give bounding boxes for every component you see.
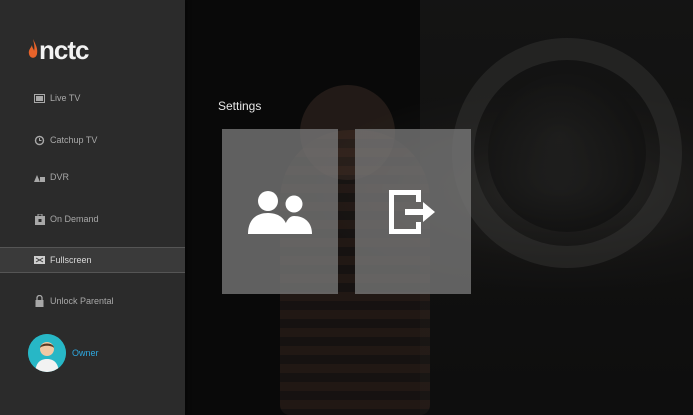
dvr-icon: [34, 172, 45, 183]
lock-icon: [34, 295, 45, 307]
sidebar: nctc Live TV Catchup TV DVR On Demand Fu…: [0, 0, 185, 415]
exit-tile[interactable]: [355, 129, 471, 294]
user-management-tile[interactable]: [222, 129, 338, 294]
logo-text: nctc: [39, 35, 89, 65]
sidebar-item-label: Unlock Parental: [50, 296, 114, 306]
sidebar-item-catchup-tv[interactable]: Catchup TV: [0, 127, 185, 153]
avatar: [28, 334, 66, 372]
sidebar-item-label: Fullscreen: [50, 255, 92, 265]
sidebar-item-dvr[interactable]: DVR: [0, 164, 185, 190]
brand-logo: nctc: [28, 28, 89, 65]
sidebar-item-live-tv[interactable]: Live TV: [0, 85, 185, 111]
user-name: Owner: [72, 348, 99, 358]
fullscreen-icon: [34, 255, 45, 266]
sidebar-item-unlock-parental[interactable]: Unlock Parental: [0, 288, 185, 314]
sidebar-item-label: Live TV: [50, 93, 81, 103]
sidebar-item-on-demand[interactable]: On Demand: [0, 206, 185, 232]
sidebar-item-label: Catchup TV: [50, 135, 98, 145]
page-title: Settings: [218, 99, 262, 113]
video-store-icon: [34, 213, 45, 225]
tv-icon: [34, 93, 45, 104]
sidebar-item-label: On Demand: [50, 214, 99, 224]
app-screen: nctc Live TV Catchup TV DVR On Demand Fu…: [0, 0, 693, 415]
exit-icon: [389, 189, 435, 234]
users-icon: [248, 190, 312, 234]
sidebar-item-label: DVR: [50, 172, 70, 182]
sidebar-item-fullscreen[interactable]: Fullscreen: [0, 247, 185, 273]
user-profile[interactable]: Owner: [28, 334, 99, 372]
flame-icon: [28, 39, 38, 58]
rewind-clock-icon: [34, 135, 45, 146]
